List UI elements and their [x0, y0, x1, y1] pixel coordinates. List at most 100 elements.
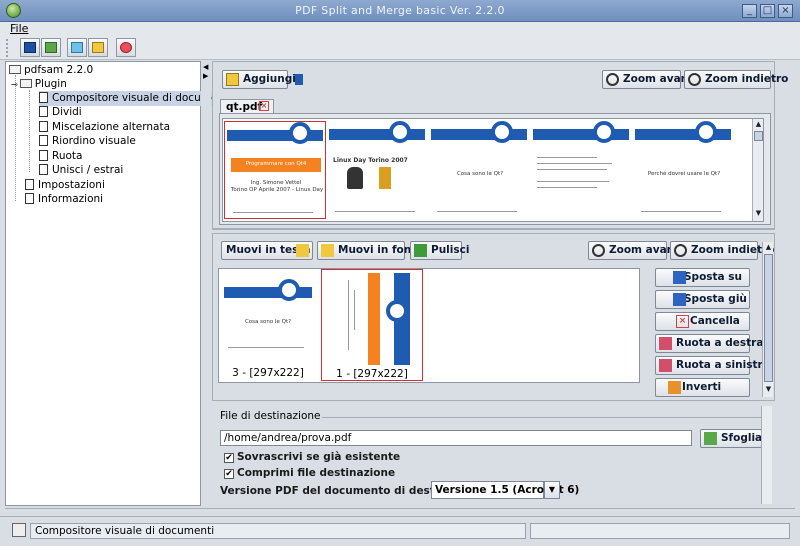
move-up-label: Sposta su: [684, 271, 743, 283]
tree-item-merge-extract[interactable]: Unisci / estrai: [39, 163, 123, 178]
title-bar: PDF Split and Merge basic Ver. 2.2.0 _ □…: [0, 0, 800, 22]
toolbar: [0, 36, 800, 60]
exit-button[interactable]: [116, 38, 136, 57]
maximize-button[interactable]: □: [760, 4, 775, 18]
document-icon: [39, 164, 48, 175]
rotate-right-icon: [659, 337, 672, 350]
reverse-icon: [668, 381, 681, 394]
scroll-down-icon[interactable]: ▼: [764, 385, 773, 394]
document-icon: [39, 150, 48, 161]
divider: [322, 417, 769, 418]
composition-thumbnails[interactable]: Cosa sono le Qt? 3 - [297x222] 1 - [297x…: [218, 268, 640, 383]
status-bar: Compositore visuale di documenti: [0, 516, 800, 546]
clear-button[interactable]: [88, 38, 108, 57]
tree-plugin[interactable]: ⊸ Plugin: [11, 77, 67, 92]
bottom-zoom-in-button[interactable]: Zoom avanti: [588, 241, 683, 260]
move-top-button[interactable]: Muovi in testa: [221, 241, 313, 260]
overwrite-label: Sovrascrivi se già esistente: [237, 451, 401, 463]
destination-scrollbar[interactable]: [761, 406, 772, 504]
chevron-down-icon[interactable]: ▼: [544, 481, 560, 499]
destination-path-input[interactable]: [220, 430, 692, 446]
source-page-thumb[interactable]: Programmare con Qt4 Ing. Simone Vettel T…: [224, 121, 326, 219]
tree-item-label: Miscelazione alternata: [52, 121, 171, 133]
thumb-text: Perché dovrei usare le Qt?: [647, 171, 721, 177]
plugin-tree[interactable]: pdfsam 2.2.0 ⊸ Plugin Compositore visuale…: [5, 61, 236, 506]
collapse-right-icon[interactable]: ▶: [203, 72, 208, 80]
save-env-button[interactable]: [20, 38, 40, 57]
composition-page-thumb-selected[interactable]: 1 - [297x222]: [321, 269, 423, 381]
copy-icon: [71, 42, 83, 53]
zoom-out-icon: [674, 244, 687, 257]
top-zoom-out-button[interactable]: Zoom indietro: [684, 70, 788, 89]
thumb-text: Torino OP Aprile 2007 - Linux Day: [231, 187, 324, 193]
source-page-thumb[interactable]: Linux Day Torino 2007: [327, 121, 428, 219]
delete-button[interactable]: × Cancella: [655, 312, 750, 331]
tree-item-visual-reorder[interactable]: Riordino visuale: [39, 134, 136, 149]
tree-plugin-label: Plugin: [34, 78, 67, 90]
add-button[interactable]: Aggiungi: [222, 70, 296, 89]
document-icon: [39, 121, 48, 132]
zoom-in-icon: [592, 244, 605, 257]
menu-file[interactable]: File: [10, 22, 28, 35]
clear-list-button[interactable]: Pulisci: [410, 241, 469, 260]
move-bottom-button[interactable]: Muovi in fon...: [317, 241, 423, 260]
expand-handle-icon[interactable]: ⊸: [11, 80, 18, 89]
tree-item-rotate[interactable]: Ruota: [39, 149, 82, 164]
tree-item-alternate-mix[interactable]: Miscelazione alternata: [39, 120, 170, 135]
move-up-button[interactable]: Sposta su: [655, 268, 750, 287]
reverse-button[interactable]: Inverti: [655, 378, 750, 397]
top-zoom-in-button[interactable]: Zoom avanti: [602, 70, 697, 89]
open-env-button[interactable]: [41, 38, 61, 57]
scroll-up-icon[interactable]: ▲: [764, 243, 773, 252]
delete-label: Cancella: [690, 315, 740, 327]
toolbar-grip[interactable]: [6, 39, 10, 57]
tree-root-label: pdfsam 2.2.0: [24, 64, 94, 76]
scroll-up-icon[interactable]: ▲: [754, 120, 763, 129]
source-thumbnails[interactable]: Programmare con Qt4 Ing. Simone Vettel T…: [222, 118, 764, 222]
source-scrollbar[interactable]: ▲ ▼: [752, 119, 763, 221]
source-page-thumb[interactable]: Perché dovrei usare le Qt?: [633, 121, 734, 219]
tab-qt-pdf[interactable]: qt.pdf ×: [220, 99, 274, 114]
compress-checkbox[interactable]: ✔: [224, 469, 234, 479]
tree-settings[interactable]: Impostazioni: [25, 178, 105, 193]
move-down-button[interactable]: Sposta giù: [655, 290, 750, 309]
overwrite-checkbox[interactable]: ✔: [224, 453, 234, 463]
collapse-left-icon[interactable]: ◀: [203, 63, 208, 71]
pdf-version-select[interactable]: Versione 1.5 (Acrobat 6): [431, 481, 579, 499]
thumb-text: Cosa sono le Qt?: [456, 171, 504, 177]
browse-button[interactable]: Sfoglia: [700, 429, 762, 448]
top-zoom-out-label: Zoom indietro: [705, 73, 789, 85]
copy-button[interactable]: [67, 38, 87, 57]
tree-info[interactable]: Informazioni: [25, 192, 103, 207]
composition-scrollbar[interactable]: ▲ ▼: [762, 242, 773, 397]
compress-label: Comprimi file destinazione: [237, 467, 396, 479]
bottom-zoom-out-button[interactable]: Zoom indietro: [670, 241, 774, 260]
tree-root[interactable]: pdfsam 2.2.0: [9, 63, 93, 78]
scroll-thumb[interactable]: [764, 254, 773, 382]
rotate-right-button[interactable]: Ruota a destra: [655, 334, 763, 353]
scroll-down-icon[interactable]: ▼: [754, 209, 763, 218]
scroll-thumb[interactable]: [754, 131, 763, 141]
vertical-splitter[interactable]: ◀ ▶: [201, 61, 211, 506]
arrow-up-icon: [673, 271, 686, 284]
bottom-splitter[interactable]: [5, 508, 795, 514]
thumb-text: Programmare con Qt4: [245, 161, 307, 167]
minimize-button[interactable]: _: [742, 4, 757, 18]
tree-item-split[interactable]: Dividi: [39, 105, 82, 120]
browse-label: Sfoglia: [721, 432, 763, 444]
document-icon: [39, 135, 48, 146]
move-bottom-icon: [321, 244, 334, 257]
tab-close-icon[interactable]: ×: [259, 101, 269, 111]
info-icon[interactable]: [295, 74, 303, 85]
broom-icon: [92, 42, 104, 53]
thumb-caption: 3 - [297x222]: [232, 367, 304, 379]
move-down-label: Sposta giù: [684, 293, 747, 305]
source-page-thumb[interactable]: [531, 121, 632, 219]
log-icon[interactable]: [12, 523, 26, 537]
zoom-out-icon: [688, 73, 701, 86]
close-button[interactable]: ×: [778, 4, 793, 18]
reverse-label: Inverti: [682, 381, 722, 393]
source-page-thumb[interactable]: Cosa sono le Qt?: [429, 121, 530, 219]
rotate-left-button[interactable]: Ruota a sinistra: [655, 356, 770, 375]
composition-page-thumb[interactable]: Cosa sono le Qt?: [222, 279, 314, 354]
